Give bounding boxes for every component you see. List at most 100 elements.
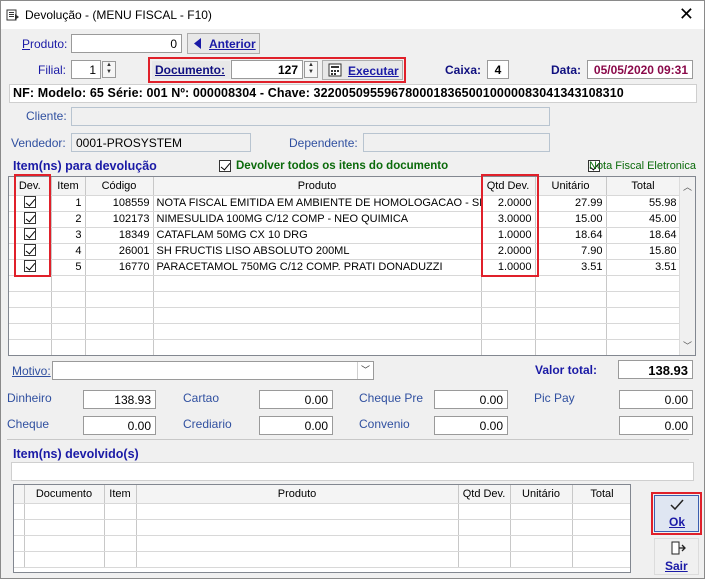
caixa-label: Caixa:: [445, 63, 482, 77]
app-icon: [6, 9, 19, 21]
total-cell: 3.51: [606, 259, 681, 276]
table-row[interactable]: 1 108559 NOTA FISCAL EMITIDA EM AMBIENTE…: [9, 195, 681, 212]
total-cell: 45.00: [606, 211, 681, 228]
empty-row: [14, 535, 630, 552]
devolvidos-section-title: Item(ns) devolvido(s): [13, 447, 139, 461]
valor-total-label: Valor total:: [535, 363, 598, 377]
calculator-icon: [328, 63, 342, 80]
data-value: 05/05/2020 09:31: [587, 60, 693, 79]
dinheiro-label: Dinheiro: [7, 391, 52, 405]
cartao-label: Cartao: [183, 391, 220, 405]
pic-pay-input[interactable]: 0.00: [619, 390, 693, 409]
codigo-cell: 18349: [85, 227, 154, 244]
produto-cell: NIMESULIDA 100MG C/12 COMP - NEO QUIMICA: [153, 211, 482, 228]
scroll-up-icon[interactable]: ︿: [683, 180, 692, 193]
crediario-label: Crediario: [183, 417, 232, 431]
items-scrollbar[interactable]: ︿ ﹀: [679, 177, 695, 355]
anterior-button[interactable]: Anterior: [187, 33, 260, 54]
motivo-select[interactable]: ﹀: [52, 361, 374, 380]
vendedor-label: Vendedor:: [11, 136, 66, 150]
dependente-label: Dependente:: [289, 136, 358, 150]
table-row[interactable]: 2 102173 NIMESULIDA 100MG C/12 COMP - NE…: [9, 211, 681, 228]
codigo-cell: 16770: [85, 259, 154, 276]
executar-button[interactable]: Executar: [322, 60, 403, 80]
items-header-row: Dev. Item Código Produto Qtd Dev. Unitár…: [9, 177, 681, 196]
empty-row: [9, 291, 681, 308]
col-documento[interactable]: Documento: [24, 485, 105, 504]
sair-button[interactable]: Sair: [654, 538, 699, 575]
other-payment-input[interactable]: 0.00: [619, 416, 693, 435]
col-produto[interactable]: Produto: [153, 177, 482, 196]
empty-row: [9, 339, 681, 355]
spin-down-icon[interactable]: ▼: [103, 69, 115, 76]
table-row[interactable]: 4 26001 SH FRUCTIS LISO ABSOLUTO 200ML 2…: [9, 243, 681, 260]
spin-down-icon[interactable]: ▼: [305, 69, 317, 76]
cheque-pre-input[interactable]: 0.00: [434, 390, 508, 409]
unitario-cell: 7.90: [535, 243, 607, 260]
documento-input[interactable]: 127: [231, 60, 303, 79]
produto-label: Produto:: [22, 37, 68, 51]
item-cell: 4: [51, 243, 86, 260]
documento-spinner[interactable]: ▲ ▼: [304, 61, 318, 78]
col-produto[interactable]: Produto: [136, 485, 459, 504]
filial-spinner[interactable]: ▲ ▼: [102, 61, 116, 78]
codigo-cell: 102173: [85, 211, 154, 228]
cheque-input[interactable]: 0.00: [83, 416, 156, 435]
anterior-label: Anterior: [209, 37, 256, 51]
window-title: Devolução - (MENU FISCAL - F10): [25, 8, 212, 22]
item-cell: 3: [51, 227, 86, 244]
item-cell: 5: [51, 259, 86, 276]
codigo-cell: 108559: [85, 195, 154, 212]
crediario-input[interactable]: 0.00: [259, 416, 333, 435]
spin-up-icon[interactable]: ▲: [103, 62, 115, 69]
item-cell: 2: [51, 211, 86, 228]
total-cell: 55.98: [606, 195, 681, 212]
executar-label: Executar: [348, 64, 399, 78]
cliente-label: Cliente:: [26, 109, 67, 123]
codigo-cell: 26001: [85, 243, 154, 260]
col-item[interactable]: Item: [51, 177, 86, 196]
devolver-todos-checkbox[interactable]: [219, 160, 231, 172]
items-section-title: Item(ns) para devolução: [13, 159, 157, 173]
table-row[interactable]: 3 18349 CATAFLAM 50MG CX 10 DRG 1.0000 1…: [9, 227, 681, 244]
col-item[interactable]: Item: [104, 485, 137, 504]
unitario-cell: 3.51: [535, 259, 607, 276]
col-total[interactable]: Total: [606, 177, 681, 196]
ok-label: Ok: [669, 515, 686, 529]
ok-button[interactable]: Ok: [654, 495, 699, 532]
devolucao-window: Devolução - (MENU FISCAL - F10) ✕ Produt…: [0, 0, 705, 579]
arrow-left-icon: [194, 38, 202, 52]
col-unitario[interactable]: Unitário: [510, 485, 573, 504]
empty-row: [9, 307, 681, 324]
cartao-input[interactable]: 0.00: [259, 390, 333, 409]
dev-column-highlight: [14, 174, 51, 277]
scroll-down-icon[interactable]: ﹀: [683, 339, 692, 352]
table-row[interactable]: 5 16770 PARACETAMOL 750MG C/12 COMP. PRA…: [9, 259, 681, 276]
item-cell: 1: [51, 195, 86, 212]
unitario-cell: 18.64: [535, 227, 607, 244]
total-cell: 18.64: [606, 227, 681, 244]
filial-input[interactable]: 1: [71, 60, 101, 79]
convenio-input[interactable]: 0.00: [434, 416, 508, 435]
chevron-down-icon[interactable]: ﹀: [357, 362, 373, 379]
total-cell: 15.80: [606, 243, 681, 260]
cheque-pre-label: Cheque Pre: [359, 391, 424, 405]
dependente-input[interactable]: [363, 133, 550, 152]
cliente-input[interactable]: [71, 107, 550, 126]
col-qtd-dev[interactable]: Qtd Dev.: [458, 485, 511, 504]
produto-input[interactable]: 0: [71, 34, 182, 53]
spin-up-icon[interactable]: ▲: [305, 62, 317, 69]
empty-row: [9, 275, 681, 292]
dinheiro-input[interactable]: 138.93: [83, 390, 156, 409]
empty-row: [9, 323, 681, 340]
caixa-value: 4: [487, 60, 509, 79]
col-codigo[interactable]: Código: [85, 177, 154, 196]
cheque-label: Cheque: [7, 417, 50, 431]
valor-total-value: 138.93: [618, 360, 693, 379]
col-unitario[interactable]: Unitário: [535, 177, 607, 196]
close-icon[interactable]: ✕: [679, 5, 694, 23]
convenio-label: Convenio: [359, 417, 410, 431]
produto-cell: NOTA FISCAL EMITIDA EM AMBIENTE DE HOMOL…: [153, 195, 482, 212]
vendedor-input[interactable]: 0001-PROSYSTEM: [71, 133, 251, 152]
col-total[interactable]: Total: [572, 485, 630, 504]
